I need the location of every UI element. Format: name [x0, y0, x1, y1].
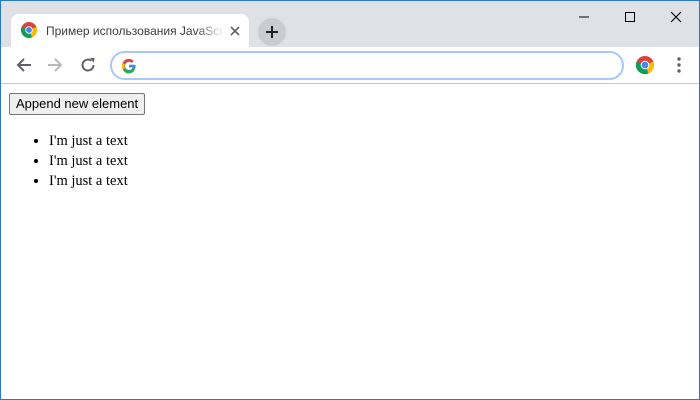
maximize-button[interactable] — [607, 1, 653, 31]
tab-strip: Пример использования JavaScript — [1, 1, 699, 47]
window-close-button[interactable] — [653, 1, 699, 31]
browser-window: Пример использования JavaScript Append n… — [0, 0, 700, 400]
forward-button[interactable] — [43, 53, 67, 77]
plus-icon — [266, 26, 278, 38]
window-close-icon — [670, 11, 682, 23]
minimize-icon — [579, 16, 589, 18]
reload-icon — [81, 57, 95, 72]
new-tab-button[interactable] — [258, 18, 286, 46]
tab-title: Пример использования JavaScript — [46, 24, 224, 38]
reload-button[interactable] — [76, 53, 100, 77]
list-item: I'm just a text — [49, 172, 128, 192]
list-item: I'm just a text — [49, 152, 128, 172]
back-button[interactable] — [12, 53, 36, 77]
close-icon[interactable] — [227, 23, 243, 39]
maximize-icon — [625, 12, 635, 22]
page-content: Append new element I'm just a text I'm j… — [1, 85, 699, 399]
address-input[interactable] — [144, 56, 614, 76]
address-bar[interactable] — [110, 51, 624, 80]
google-g-icon — [121, 58, 136, 74]
chrome-icon — [21, 22, 37, 38]
kebab-menu-icon[interactable] — [669, 55, 689, 75]
arrow-right-icon — [48, 58, 63, 72]
browser-toolbar — [1, 47, 699, 84]
minimize-button[interactable] — [561, 1, 607, 31]
text-list: I'm just a text I'm just a text I'm just… — [49, 132, 128, 192]
list-item: I'm just a text — [49, 132, 128, 152]
tab-active[interactable]: Пример использования JavaScript — [11, 14, 249, 47]
arrow-left-icon — [16, 58, 31, 72]
append-new-element-button[interactable]: Append new element — [9, 93, 146, 115]
chrome-profile-icon[interactable] — [635, 55, 655, 75]
